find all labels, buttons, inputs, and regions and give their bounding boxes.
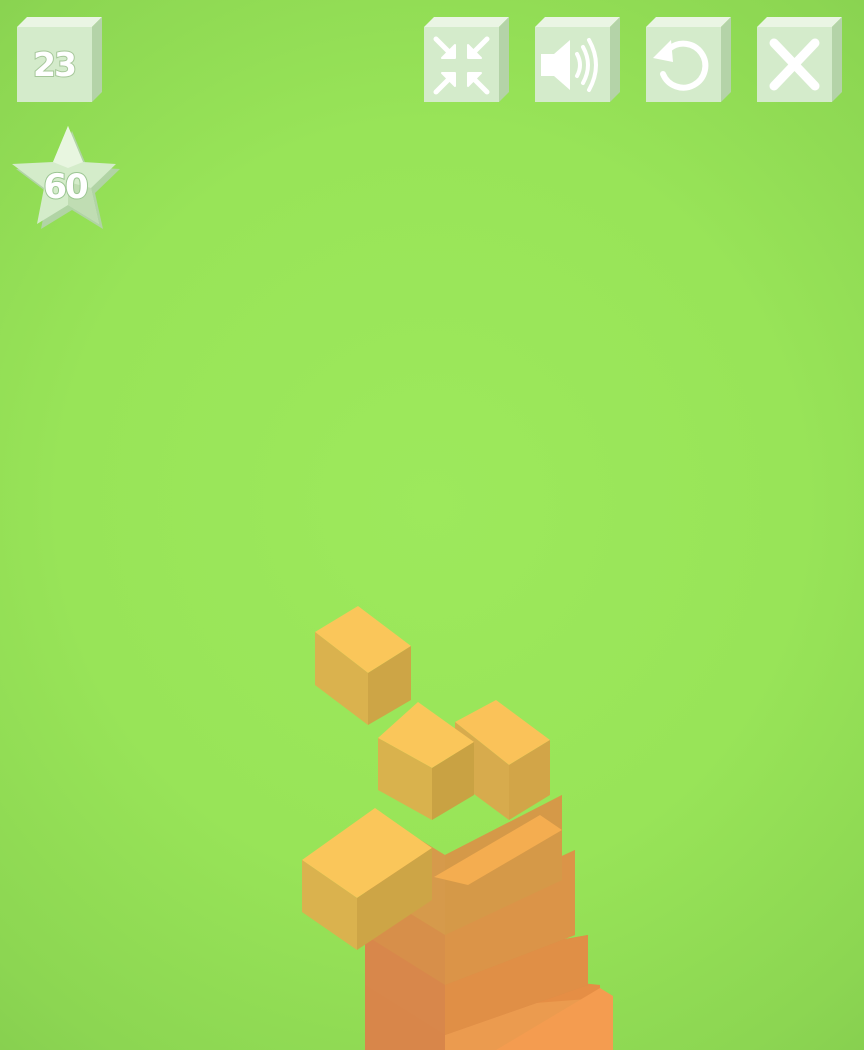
close-button[interactable]	[752, 12, 848, 108]
star-value: 60	[43, 167, 88, 207]
tower-top-block	[455, 700, 550, 820]
sound-button[interactable]	[530, 12, 626, 108]
score-value: 23	[33, 45, 75, 84]
falling-block-lower	[302, 808, 432, 950]
falling-block-top	[315, 606, 411, 725]
tower-base-layers	[365, 940, 613, 1050]
restart-button[interactable]	[641, 12, 737, 108]
exit-fullscreen-button[interactable]	[419, 12, 515, 108]
score-counter: 23	[12, 12, 108, 108]
tower-middle-layers	[365, 795, 588, 1035]
falling-block-middle	[378, 702, 474, 820]
star-counter: 60	[8, 122, 120, 234]
block-tower	[302, 606, 613, 1050]
game-stage[interactable]: 23 60	[0, 0, 864, 1050]
